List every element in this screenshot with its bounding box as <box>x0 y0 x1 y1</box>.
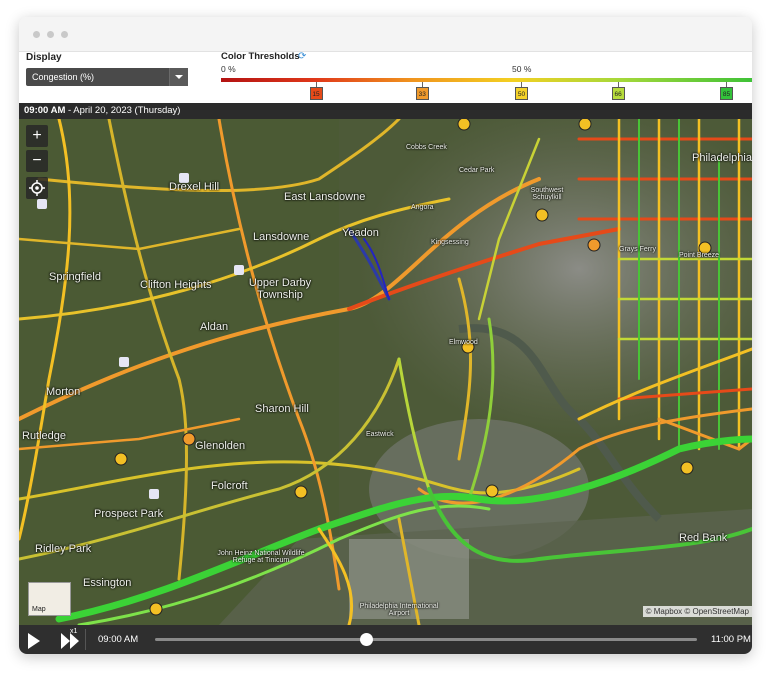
map-place-label: Morton <box>46 386 81 398</box>
zoom-in-button[interactable]: + <box>26 125 48 147</box>
transit-icon[interactable] <box>37 199 47 209</box>
threshold-marker[interactable]: 66 <box>611 87 625 100</box>
play-icon[interactable] <box>28 633 40 649</box>
window-dot-icon <box>61 31 68 38</box>
map-place-label: Point Breeze <box>679 252 720 259</box>
map-attribution[interactable]: © Mapbox © OpenStreetMap <box>642 606 752 617</box>
incident-icon[interactable] <box>535 208 549 222</box>
player-divider <box>85 629 86 650</box>
map-place-label: Southwest Schuylkill <box>530 187 564 201</box>
map-place-label: Drexel Hill <box>169 181 220 193</box>
display-select-value: Congestion (%) <box>32 72 95 82</box>
transit-icon[interactable] <box>234 265 244 275</box>
map-place-label: Upper Darby Township <box>248 277 312 301</box>
incident-icon[interactable] <box>149 602 163 616</box>
incident-icon[interactable] <box>578 119 592 131</box>
app-window: Display Congestion (%) Color Thresholds … <box>19 17 752 654</box>
transit-icon[interactable] <box>149 489 159 499</box>
map-place-label: Eastwick <box>366 431 394 438</box>
time-banner: 09:00 AM - April 20, 2023 (Thursday) <box>19 103 752 119</box>
incident-icon[interactable] <box>294 485 308 499</box>
map-place-label: Sharon Hill <box>255 403 309 415</box>
incident-icon[interactable] <box>114 452 128 466</box>
map-place-label: Angora <box>411 204 434 211</box>
map-place-label: Red Bank <box>679 532 728 544</box>
map-place-label: Grays Ferry <box>619 246 656 253</box>
map-place-label: Kingsessing <box>431 239 469 246</box>
map-place-label: Glenolden <box>195 440 246 452</box>
window-titlebar <box>19 17 752 52</box>
map-place-label: Ridley Park <box>35 543 92 555</box>
timeline-start-time: 09:00 AM <box>98 634 139 645</box>
incident-icon[interactable] <box>680 461 694 475</box>
chevron-down-icon[interactable] <box>169 68 188 86</box>
speed-indicator: x1 <box>70 628 78 635</box>
crosshair-icon <box>29 180 45 196</box>
refresh-icon[interactable]: ⟳ <box>298 51 306 62</box>
controls-panel: Display Congestion (%) Color Thresholds … <box>19 51 752 103</box>
basemap-toggle[interactable]: Map <box>28 582 71 616</box>
map-view[interactable]: Drexel Hill East Lansdowne Lansdowne Yea… <box>19 119 752 625</box>
map-place-label: Lansdowne <box>253 231 310 243</box>
basemap-toggle-label: Map <box>32 606 46 613</box>
map-place-label: Prospect Park <box>94 508 164 520</box>
timeline-end-time: 11:00 PM <box>711 634 751 645</box>
map-place-label: Folcroft <box>211 480 248 492</box>
incident-icon[interactable] <box>457 119 471 131</box>
threshold-marker[interactable]: 85 <box>719 87 733 100</box>
threshold-gradient-bar <box>221 78 752 82</box>
map-place-label: Cobbs Creek <box>406 144 447 151</box>
timeline-slider-handle[interactable] <box>360 633 374 646</box>
timeline-player: x1 09:00 AM 11:00 PM <box>19 625 752 654</box>
threshold-marker[interactable]: 15 <box>309 87 323 100</box>
incident-icon[interactable] <box>587 238 601 252</box>
transit-icon[interactable] <box>119 357 129 367</box>
locate-button[interactable] <box>26 177 48 199</box>
current-time: 09:00 AM <box>24 105 66 116</box>
display-label: Display <box>26 52 62 63</box>
map-place-label: East Lansdowne <box>284 191 366 203</box>
threshold-pct-mid: 50 % <box>512 64 532 74</box>
threshold-pct-start: 0 % <box>221 64 236 74</box>
map-canvas[interactable] <box>19 119 752 625</box>
map-place-label: Clifton Heights <box>140 279 212 291</box>
window-dot-icon <box>33 31 40 38</box>
map-place-label: Springfield <box>49 271 101 283</box>
incident-icon[interactable] <box>485 484 499 498</box>
map-place-label: Elmwood <box>449 339 478 346</box>
zoom-out-button[interactable]: − <box>26 150 48 172</box>
current-date: - April 20, 2023 (Thursday) <box>65 105 181 116</box>
color-thresholds-title: Color Thresholds <box>221 51 300 62</box>
map-place-label: Philadelphia <box>692 152 752 164</box>
map-place-label: Rutledge <box>22 430 67 442</box>
map-place-label: Yeadon <box>342 227 379 239</box>
display-select[interactable]: Congestion (%) <box>26 68 188 86</box>
map-place-label: Philadelphia International Airport <box>359 603 439 617</box>
map-place-label: Aldan <box>200 321 229 333</box>
threshold-marker[interactable]: 50 <box>515 87 528 100</box>
fast-forward-icon[interactable] <box>61 633 79 654</box>
incident-icon[interactable] <box>182 432 196 446</box>
threshold-marker[interactable]: 33 <box>415 87 429 100</box>
window-dot-icon <box>47 31 54 38</box>
map-place-label: Essington <box>83 577 132 589</box>
map-place-label: Cedar Park <box>459 167 495 174</box>
map-place-label: John Heinz National Wildlife Refuge at T… <box>217 550 305 564</box>
timeline-slider[interactable] <box>155 633 697 646</box>
